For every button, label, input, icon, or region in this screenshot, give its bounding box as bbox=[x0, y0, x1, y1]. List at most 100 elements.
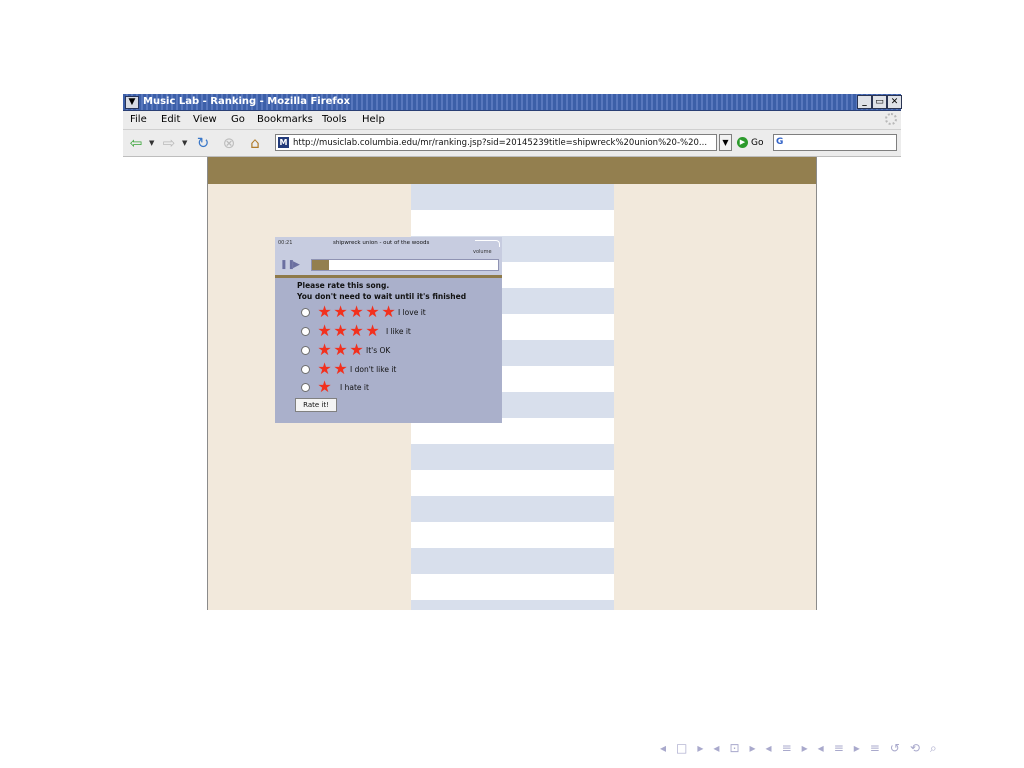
header-band bbox=[208, 157, 816, 184]
star-icon: ★ bbox=[365, 321, 380, 340]
close-button[interactable]: ✕ bbox=[887, 95, 902, 109]
rating-option-2[interactable]: ★ ★ I don't like it bbox=[301, 361, 396, 377]
menu-edit[interactable]: Edit bbox=[161, 113, 180, 127]
nav-search-icon[interactable]: ⌕ bbox=[930, 741, 937, 756]
star-icon: ★ bbox=[317, 302, 332, 321]
rating-radio[interactable] bbox=[301, 326, 310, 336]
url-text[interactable]: http://musiclab.columbia.edu/mr/ranking.… bbox=[293, 136, 713, 150]
menu-help[interactable]: Help bbox=[362, 113, 385, 127]
home-icon[interactable]: ⌂ bbox=[245, 134, 265, 152]
progress-fill bbox=[312, 260, 329, 270]
go-arrow-icon: ▶ bbox=[737, 137, 748, 148]
rating-option-4[interactable]: ★ ★ ★ ★ I like it bbox=[301, 323, 411, 339]
go-button[interactable]: ▶ Go bbox=[737, 134, 763, 151]
nav-section-icon[interactable]: ≡ bbox=[782, 741, 792, 756]
slide-navigation: ◂ □ ▸ ◂ ⊡ ▸ ◂ ≡ ▸ ◂ ≡ ▸ ≡ ↺ ⟲ ⌕ bbox=[660, 741, 937, 756]
nav-prev-icon[interactable]: ◂ bbox=[713, 741, 719, 756]
star-icon: ★ bbox=[333, 302, 348, 321]
star-icon: ★ bbox=[349, 340, 364, 359]
rating-label: I like it bbox=[386, 326, 411, 336]
minimize-button[interactable]: _ bbox=[857, 95, 872, 109]
maximize-button[interactable]: ▭ bbox=[872, 95, 887, 109]
nav-next-icon[interactable]: ▸ bbox=[802, 741, 808, 756]
rating-label: I don't like it bbox=[350, 364, 397, 374]
site-favicon-icon: M bbox=[278, 137, 289, 148]
stripe bbox=[411, 470, 614, 496]
star-icon: ★ bbox=[349, 321, 364, 340]
forward-dropdown-icon[interactable]: ▼ bbox=[182, 139, 187, 147]
rating-option-3[interactable]: ★ ★ ★ It's OK bbox=[301, 342, 390, 358]
nav-align-icon[interactable]: ≡ bbox=[870, 741, 880, 756]
star-icon: ★ bbox=[333, 340, 348, 359]
rating-radio[interactable] bbox=[301, 382, 310, 392]
nav-prev-icon[interactable]: ◂ bbox=[660, 741, 666, 756]
rating-label: It's OK bbox=[366, 345, 391, 355]
stripe bbox=[411, 522, 614, 548]
star-icon: ★ bbox=[317, 377, 332, 396]
stripe bbox=[411, 210, 614, 236]
search-engine-icon[interactable]: G bbox=[776, 137, 787, 148]
stars-5: ★ ★ ★ ★ ★ bbox=[317, 304, 396, 320]
menu-go[interactable]: Go bbox=[231, 113, 245, 127]
rating-label: I love it bbox=[398, 307, 426, 317]
back-icon[interactable]: ⇦ bbox=[126, 134, 146, 152]
nav-undo-icon[interactable]: ↺ bbox=[890, 741, 900, 756]
url-history-dropdown[interactable]: ▼ bbox=[719, 134, 732, 151]
rating-option-5[interactable]: ★ ★ ★ ★ ★ I love it bbox=[301, 304, 426, 320]
stripe bbox=[411, 184, 614, 210]
volume-icon[interactable] bbox=[475, 240, 500, 247]
url-bar[interactable]: M http://musiclab.columbia.edu/mr/rankin… bbox=[275, 134, 717, 151]
play-icon[interactable]: ▶ bbox=[293, 260, 300, 270]
rating-radio[interactable] bbox=[301, 345, 310, 355]
reload-icon[interactable]: ↻ bbox=[193, 134, 213, 152]
menu-bookmarks[interactable]: Bookmarks bbox=[257, 113, 313, 127]
rating-label: I hate it bbox=[340, 382, 369, 392]
nav-redo-icon[interactable]: ⟲ bbox=[910, 741, 920, 756]
rating-radio[interactable] bbox=[301, 364, 310, 374]
window-menu-icon[interactable]: ▼ bbox=[125, 96, 139, 109]
stars-1: ★ bbox=[317, 379, 332, 395]
star-icon: ★ bbox=[381, 302, 396, 321]
nav-next-icon[interactable]: ▸ bbox=[854, 741, 860, 756]
rating-option-1[interactable]: ★ I hate it bbox=[301, 379, 369, 395]
title-bar[interactable]: ▼ Music Lab - Ranking - Mozilla Firefox … bbox=[123, 94, 902, 111]
nav-frame-icon[interactable]: □ bbox=[676, 741, 687, 756]
stars-3: ★ ★ ★ bbox=[317, 342, 364, 358]
song-rating-panel: 00:21 shipwreck union - out of the woods… bbox=[275, 237, 502, 423]
song-title: shipwreck union - out of the woods bbox=[333, 240, 430, 246]
menu-file[interactable]: File bbox=[130, 113, 147, 127]
stop-icon[interactable]: ⊗ bbox=[219, 134, 239, 152]
window-title: Music Lab - Ranking - Mozilla Firefox bbox=[143, 96, 351, 107]
star-icon: ★ bbox=[333, 359, 348, 378]
nav-next-icon[interactable]: ▸ bbox=[750, 741, 756, 756]
navigation-toolbar: ⇦ ▼ ⇨ ▼ ↻ ⊗ ⌂ M http://musiclab.columbia… bbox=[123, 130, 901, 157]
menu-view[interactable]: View bbox=[193, 113, 217, 127]
forward-icon[interactable]: ⇨ bbox=[159, 134, 179, 152]
volume-label: volume bbox=[473, 249, 492, 255]
star-icon: ★ bbox=[349, 302, 364, 321]
rating-radio[interactable] bbox=[301, 307, 310, 317]
progress-bar[interactable] bbox=[311, 259, 499, 271]
nav-prev-icon[interactable]: ◂ bbox=[766, 741, 772, 756]
menu-tools[interactable]: Tools bbox=[322, 113, 347, 127]
stripe bbox=[411, 548, 614, 574]
stripe bbox=[411, 444, 614, 470]
stripe bbox=[411, 496, 614, 522]
stripe bbox=[411, 574, 614, 600]
nav-subsection-icon[interactable]: ⊡ bbox=[729, 741, 739, 756]
stars-2: ★ ★ bbox=[317, 361, 348, 377]
stars-4: ★ ★ ★ ★ bbox=[317, 323, 380, 339]
rating-prompt: Please rate this song. bbox=[297, 281, 390, 290]
search-input[interactable]: G bbox=[773, 134, 897, 151]
star-icon: ★ bbox=[333, 321, 348, 340]
star-icon: ★ bbox=[365, 302, 380, 321]
rate-it-button[interactable]: Rate it! bbox=[295, 398, 337, 412]
browser-window: ▼ Music Lab - Ranking - Mozilla Firefox … bbox=[123, 94, 902, 610]
stripe bbox=[411, 600, 614, 610]
nav-prev-icon[interactable]: ◂ bbox=[818, 741, 824, 756]
nav-next-icon[interactable]: ▸ bbox=[697, 741, 703, 756]
elapsed-time: 00:21 bbox=[278, 240, 293, 246]
nav-section-icon[interactable]: ≡ bbox=[834, 741, 844, 756]
go-label: Go bbox=[751, 137, 764, 148]
back-dropdown-icon[interactable]: ▼ bbox=[149, 139, 154, 147]
